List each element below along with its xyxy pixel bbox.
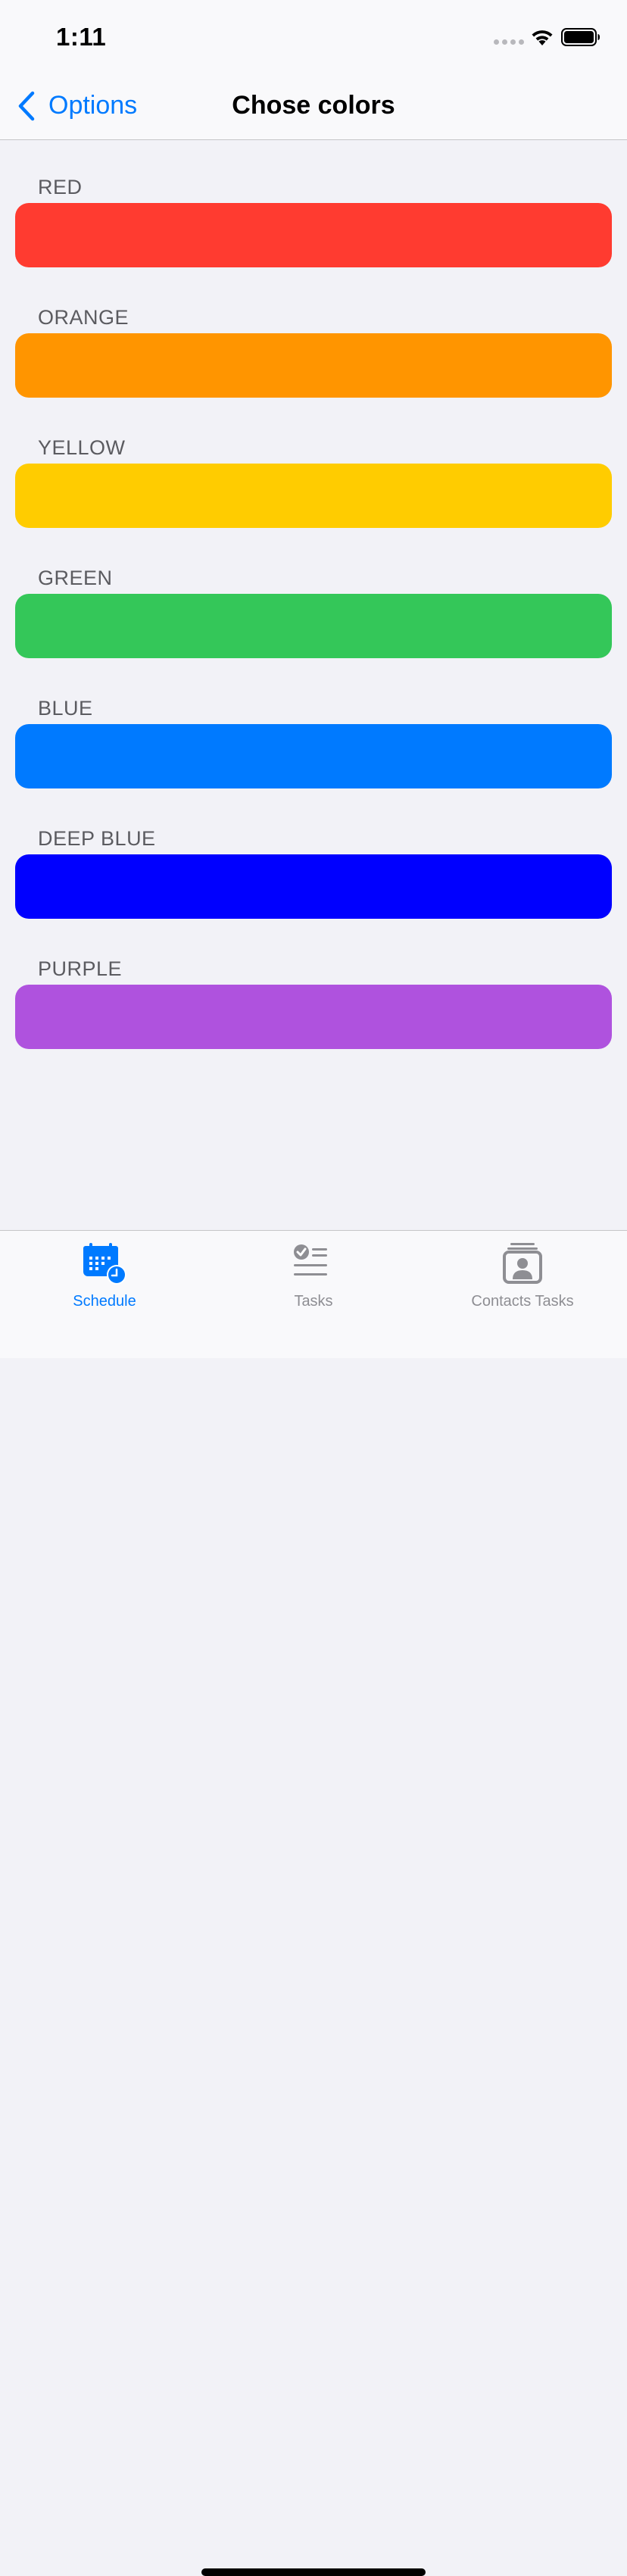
color-label: BLUE	[38, 697, 93, 720]
color-section: ORANGE	[0, 270, 627, 401]
color-swatch[interactable]	[15, 464, 612, 528]
color-swatch[interactable]	[15, 854, 612, 919]
tab-contacts-tasks[interactable]: Contacts Tasks	[418, 1231, 627, 1314]
checklist-icon	[294, 1244, 327, 1276]
color-section: YELLOW	[0, 401, 627, 531]
contact-card-icon	[503, 1243, 542, 1284]
color-swatch[interactable]	[15, 203, 612, 267]
color-swatch[interactable]	[15, 594, 612, 658]
tab-schedule[interactable]: Schedule	[0, 1231, 209, 1314]
color-section: RED	[0, 140, 627, 270]
tab-tasks[interactable]: Tasks	[209, 1231, 418, 1314]
color-label: RED	[38, 176, 83, 198]
calendar-clock-icon	[83, 1243, 126, 1285]
color-swatch[interactable]	[15, 333, 612, 398]
color-list: RED ORANGE YELLOW GREEN BLUE DEEP BLUE PURPLE	[0, 140, 627, 1052]
cellular-signal-icon	[494, 39, 524, 45]
wifi-icon	[532, 30, 553, 45]
back-button-label: Options	[48, 91, 138, 120]
battery-icon	[561, 28, 600, 46]
color-swatch[interactable]	[15, 985, 612, 1049]
color-section: GREEN	[0, 531, 627, 661]
color-label: DEEP BLUE	[38, 827, 156, 850]
tab-contacts-tasks-label: Contacts Tasks	[471, 1293, 574, 1310]
color-section: BLUE	[0, 661, 627, 792]
back-button[interactable]: Options	[17, 72, 137, 139]
tab-schedule-label: Schedule	[73, 1293, 136, 1310]
color-label: GREEN	[38, 567, 113, 589]
navigation-bar: Options Chose colors	[0, 72, 627, 140]
tab-bar: Schedule Tasks Contacts Tasks	[0, 1230, 627, 2576]
status-bar: 1:11	[0, 0, 627, 72]
color-label: PURPLE	[38, 957, 123, 980]
status-time: 1:11	[56, 23, 107, 51]
color-swatch[interactable]	[15, 724, 612, 788]
chevron-left-icon	[18, 91, 35, 120]
color-label: YELLOW	[38, 436, 126, 459]
home-indicator	[201, 2568, 426, 2576]
color-label: ORANGE	[38, 306, 129, 329]
color-section: PURPLE	[0, 922, 627, 1052]
tab-tasks-label: Tasks	[294, 1293, 333, 1310]
color-section: DEEP BLUE	[0, 792, 627, 922]
